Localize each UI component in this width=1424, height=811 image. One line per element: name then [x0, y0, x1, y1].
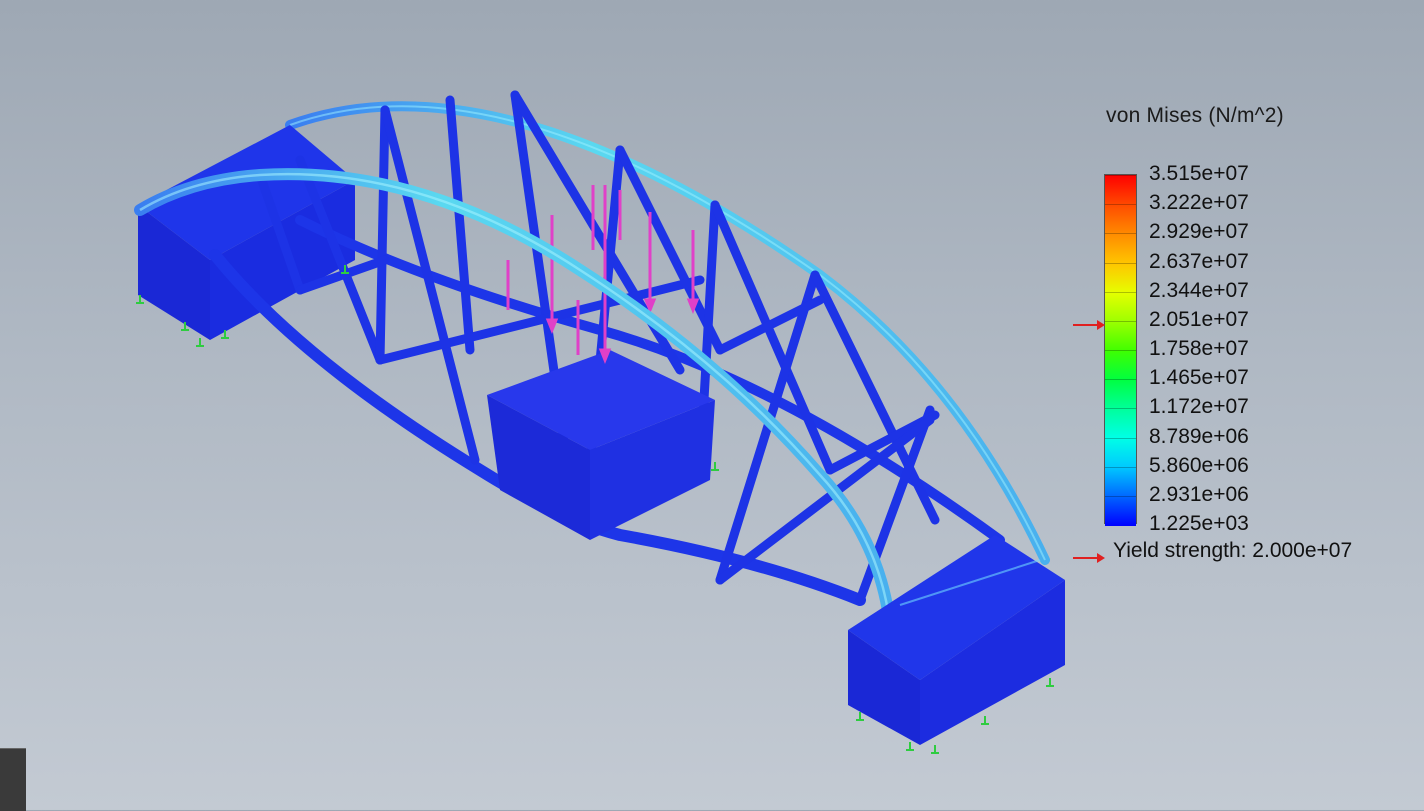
colorbar-divider: [1105, 291, 1136, 293]
colorbar-band: [1105, 233, 1136, 264]
colorbar-band: [1105, 175, 1136, 206]
colorbar-divider: [1105, 204, 1136, 206]
colorbar-divider: [1105, 233, 1136, 235]
colorbar-divider: [1105, 379, 1136, 381]
colorbar-tick-label: 3.515e+07: [1149, 162, 1249, 185]
colorbar-divider: [1105, 350, 1136, 351]
colorbar-tick-label: 1.172e+07: [1149, 395, 1249, 419]
colorbar-band: [1105, 204, 1136, 235]
colorbar-divider: [1105, 437, 1136, 439]
colorbar-band: [1105, 379, 1136, 410]
colorbar-tick-label: 2.929e+07: [1149, 220, 1249, 244]
yield-level-marker-icon: [1073, 320, 1105, 330]
colorbar-band: [1105, 408, 1136, 439]
colorbar-tick-label: 8.789e+06: [1149, 424, 1249, 448]
colorbar-band: [1105, 320, 1136, 351]
colorbar-tick-label: 2.637e+07: [1149, 249, 1249, 273]
colorbar-band: [1105, 291, 1136, 322]
center-load-block: [487, 350, 715, 540]
colorbar-tick-label: 1.465e+07: [1149, 366, 1249, 390]
colorbar-divider: [1105, 408, 1136, 410]
yield-arrow-icon: [1073, 553, 1105, 563]
corner-panel-tab[interactable]: [0, 748, 26, 811]
colorbar-tick-label: 3.222e+07: [1149, 191, 1249, 215]
colorbar-tick-label: 1.225e+03: [1149, 512, 1249, 535]
colorbar-tick-label: 5.860e+06: [1149, 453, 1249, 477]
colorbar-tick-label: 2.051e+07: [1149, 307, 1249, 331]
colorbar-divider: [1105, 175, 1136, 176]
colorbar-divider: [1105, 262, 1136, 264]
colorbar-tick-label: 2.931e+06: [1149, 482, 1249, 506]
colorbar-band: [1105, 437, 1136, 468]
colorbar-band: [1105, 495, 1136, 526]
colorbar-divider: [1105, 466, 1136, 468]
colorbar-band: [1105, 466, 1136, 497]
colorbar-divider: [1105, 320, 1136, 322]
colorbar-band: [1105, 350, 1136, 381]
colorbar-divider: [1105, 495, 1136, 497]
colorbar-tick-label: 2.344e+07: [1149, 278, 1249, 302]
legend-title: von Mises (N/m^2): [1106, 104, 1284, 127]
colorbar-tick-label: 1.758e+07: [1149, 337, 1249, 360]
yield-strength-label: Yield strength: 2.000e+07: [1113, 539, 1353, 562]
stress-colorbar: [1104, 174, 1137, 526]
colorbar-band: [1105, 262, 1136, 293]
